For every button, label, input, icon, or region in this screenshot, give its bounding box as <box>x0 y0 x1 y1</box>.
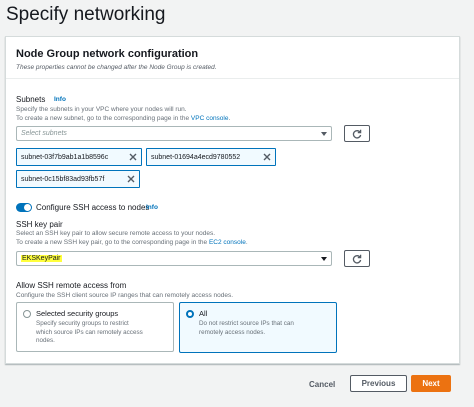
network-config-panel: Node Group network configuration These p… <box>5 36 460 364</box>
refresh-icon <box>352 254 362 264</box>
refresh-keys-button[interactable] <box>344 250 370 267</box>
panel-header: Node Group network configuration These p… <box>6 37 459 79</box>
ssh-key-value: EKSKeyPair <box>21 255 62 262</box>
subnets-description: Specify the subnets in your VPC where yo… <box>16 106 231 122</box>
ec2-console-link[interactable]: EC2 console <box>209 239 246 246</box>
subnets-placeholder: Select subnets <box>21 130 67 137</box>
ssh-access-toggle[interactable] <box>16 203 32 212</box>
subnet-token: subnet-0c15bf83ad93fb57f <box>16 170 140 188</box>
radio-button[interactable] <box>23 310 31 318</box>
previous-button[interactable]: Previous <box>350 375 407 392</box>
caret-down-icon <box>321 257 327 261</box>
vpc-console-link[interactable]: VPC console <box>191 115 229 122</box>
subnet-token: subnet-03f7b9ab1a1b8596c <box>16 148 142 166</box>
subnets-label: Subnets <box>16 95 46 104</box>
panel-title: Node Group network configuration <box>16 48 199 60</box>
ssh-info-link[interactable]: Info <box>146 204 158 211</box>
subnet-token-label: subnet-0c15bf83ad93fb57f <box>21 176 105 183</box>
refresh-subnets-button[interactable] <box>344 125 370 142</box>
subnet-token: subnet-01694a4ecd9780552 <box>146 148 276 166</box>
option-title: All <box>199 309 208 318</box>
ssh-key-label: SSH key pair <box>16 220 63 229</box>
ssh-key-description: Select an SSH key pair to allow secure r… <box>16 230 248 246</box>
toggle-knob <box>24 204 31 211</box>
option-all[interactable]: All Do not restrict source IPs that can … <box>179 302 337 353</box>
radio-button-selected[interactable] <box>186 310 194 318</box>
subnets-info-link[interactable]: Info <box>54 96 66 103</box>
option-selected-security-groups[interactable]: Selected security groups Specify securit… <box>16 302 174 352</box>
close-icon[interactable] <box>128 152 138 162</box>
subnets-select[interactable]: Select subnets <box>16 126 332 141</box>
ssh-toggle-label: Configure SSH access to nodes <box>36 203 150 212</box>
cancel-button[interactable]: Cancel <box>309 380 335 389</box>
option-description: Do not restrict source IPs that can remo… <box>199 320 294 336</box>
subnet-token-label: subnet-01694a4ecd9780552 <box>151 154 241 161</box>
page-title: Specify networking <box>6 4 166 25</box>
ssh-from-description: Configure the SSH client source IP range… <box>16 292 234 299</box>
subnet-token-label: subnet-03f7b9ab1a1b8596c <box>21 154 109 161</box>
caret-down-icon <box>321 132 327 136</box>
option-description: Specify security groups to restrict whic… <box>36 320 143 344</box>
next-button[interactable]: Next <box>411 375 451 392</box>
close-icon[interactable] <box>126 174 136 184</box>
option-title: Selected security groups <box>36 309 119 318</box>
ssh-from-label: Allow SSH remote access from <box>16 281 127 290</box>
panel-subtitle: These properties cannot be changed after… <box>16 64 217 71</box>
close-icon[interactable] <box>262 152 272 162</box>
refresh-icon <box>352 129 362 139</box>
ssh-key-select[interactable]: EKSKeyPair <box>16 251 332 266</box>
